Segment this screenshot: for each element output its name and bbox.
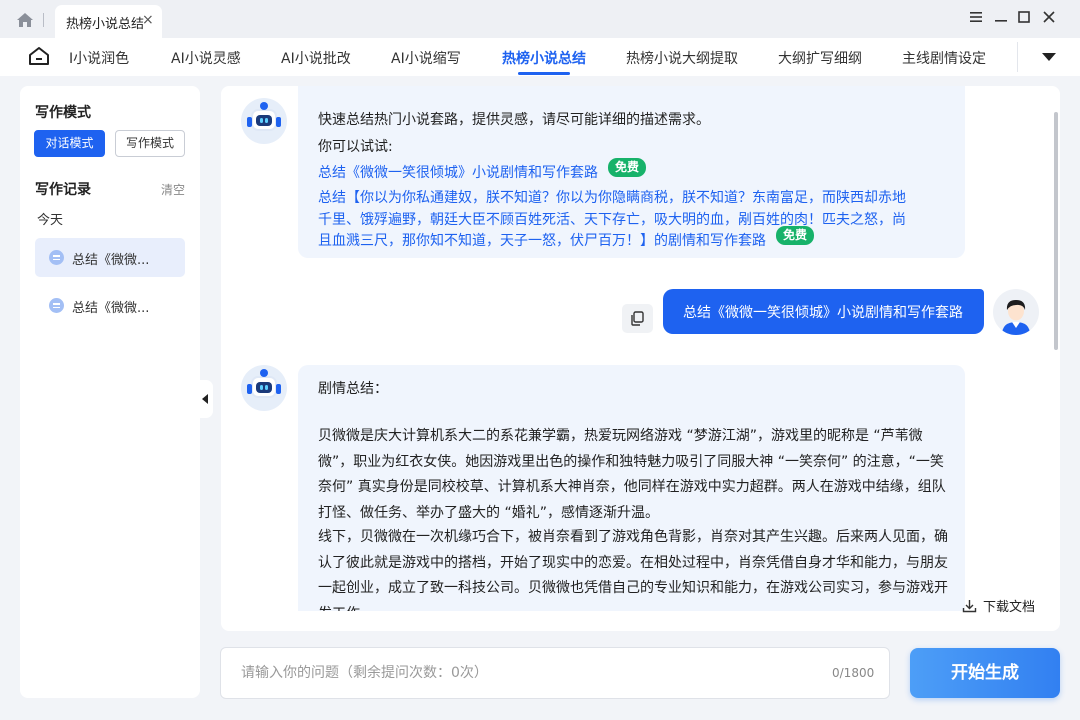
chat-mode-button[interactable]: 对话模式	[34, 130, 105, 157]
sidebar: 写作模式 对话模式 写作模式 写作记录 清空 今天 总结《微微... 总结《微微…	[20, 86, 200, 698]
history-item-label: 总结《微微...	[72, 301, 150, 316]
response-heading: 剧情总结：	[318, 381, 388, 397]
nav-item-abridge[interactable]: AI小说缩写	[391, 48, 461, 68]
nav-item-main-plot[interactable]: 主线剧情设定	[902, 48, 986, 68]
sidebar-collapse-handle[interactable]	[199, 380, 213, 418]
active-tab-indicator	[518, 72, 570, 75]
free-badge: 免费	[608, 158, 647, 177]
tab-close-icon[interactable]: ×	[142, 12, 154, 28]
question-input[interactable]	[241, 662, 801, 684]
chevron-left-icon	[202, 394, 208, 404]
home-outline-icon[interactable]	[28, 46, 50, 66]
question-input-box: 0/1800	[220, 647, 890, 699]
download-icon[interactable]	[962, 599, 977, 613]
generate-button[interactable]: 开始生成	[910, 648, 1060, 698]
chat-panel: 快速总结热门小说套路，提供灵感，请尽可能详细的描述需求。 你可以试试: 总结《微…	[221, 86, 1060, 631]
menu-icon[interactable]	[969, 10, 983, 24]
history-item-label: 总结《微微...	[72, 253, 150, 268]
user-message-text: 总结《微微一笑很倾城》小说剧情和写作套路	[683, 305, 963, 321]
char-counter: 0/1800	[832, 666, 875, 680]
free-badge: 免费	[776, 226, 815, 245]
intro-text: 快速总结热门小说套路，提供灵感，请尽可能详细的描述需求。	[318, 112, 710, 128]
records-title: 写作记录	[35, 182, 91, 198]
titlebar-separator	[43, 13, 44, 27]
bot-response-bubble: 剧情总结： 贝微微是庆大计算机系大二的系花兼学霸，热爱玩网络游戏 “梦游江湖”，…	[298, 365, 965, 611]
close-icon[interactable]	[1042, 10, 1056, 24]
user-avatar	[993, 289, 1039, 335]
bot-avatar	[241, 98, 287, 144]
document-icon	[49, 298, 64, 313]
feature-nav: I小说润色 AI小说灵感 AI小说批改 AI小说缩写 热榜小说总结 热榜小说大纲…	[0, 38, 1080, 76]
suggestion-link-line[interactable]: 且血溅三尺，那你知不知道，天子一怒，伏尸百万！】的剧情和写作套路	[318, 230, 766, 250]
user-message-bubble: 总结《微微一笑很倾城》小说剧情和写作套路	[663, 289, 984, 334]
write-mode-button[interactable]: 写作模式	[115, 130, 185, 157]
history-item[interactable]: 总结《微微...	[35, 286, 185, 325]
bot-intro-bubble: 快速总结热门小说套路，提供灵感，请尽可能详细的描述需求。 你可以试试: 总结《微…	[298, 86, 965, 258]
nav-item-inspiration[interactable]: AI小说灵感	[171, 48, 241, 68]
nav-item-review[interactable]: AI小说批改	[281, 48, 351, 68]
maximize-icon[interactable]	[1017, 10, 1031, 24]
today-label: 今天	[37, 213, 64, 228]
suggestion-link-line[interactable]: 总结【你以为你私通建奴，朕不知道？你以为你隐瞒商税，朕不知道？东南富足，而陕西却…	[318, 187, 906, 207]
title-bar: 热榜小说总结 ×	[0, 0, 1080, 38]
nav-divider	[1017, 42, 1018, 72]
history-item[interactable]: 总结《微微...	[35, 238, 185, 277]
copy-button[interactable]	[622, 304, 653, 333]
tab-label: 热榜小说总结	[66, 17, 145, 32]
bot-avatar	[241, 365, 287, 411]
response-paragraph: 线下，贝微微在一次机缘巧合下，被肖奈看到了游戏角色背影，肖奈对其产生兴趣。后来两…	[318, 529, 948, 611]
nav-item-outline-extract[interactable]: 热榜小说大纲提取	[626, 48, 738, 68]
minimize-icon[interactable]	[994, 10, 1008, 24]
nav-item-outline-expand[interactable]: 大纲扩写细纲	[778, 48, 862, 68]
active-tab[interactable]: 热榜小说总结 ×	[55, 5, 162, 38]
response-paragraph: 贝微微是庆大计算机系大二的系花兼学霸，热爱玩网络游戏 “梦游江湖”，游戏里的昵称…	[318, 428, 946, 521]
document-icon	[49, 250, 64, 265]
copy-icon	[631, 311, 644, 326]
nav-more-dropdown-icon[interactable]	[1042, 53, 1056, 61]
suggestion-link-line[interactable]: 千里、饿殍遍野，朝廷大臣不顾百姓死活、天下存亡，吸大明的血，剐百姓的肉！匹夫之怒…	[318, 209, 906, 229]
chat-scroll-area[interactable]: 快速总结热门小说套路，提供灵感，请尽可能详细的描述需求。 你可以试试: 总结《微…	[221, 86, 1060, 611]
chat-scrollbar[interactable]	[1054, 112, 1058, 350]
nav-item-polish[interactable]: I小说润色	[69, 48, 129, 68]
intro-try-label: 你可以试试:	[318, 139, 393, 155]
suggestion-link[interactable]: 总结《微微一笑很倾城》小说剧情和写作套路	[318, 162, 598, 182]
mode-title: 写作模式	[35, 105, 91, 121]
download-document-button[interactable]: 下载文档	[983, 596, 1035, 615]
home-icon[interactable]	[16, 12, 34, 28]
clear-history-button[interactable]: 清空	[161, 181, 185, 198]
nav-item-summary[interactable]: 热榜小说总结	[502, 48, 586, 68]
